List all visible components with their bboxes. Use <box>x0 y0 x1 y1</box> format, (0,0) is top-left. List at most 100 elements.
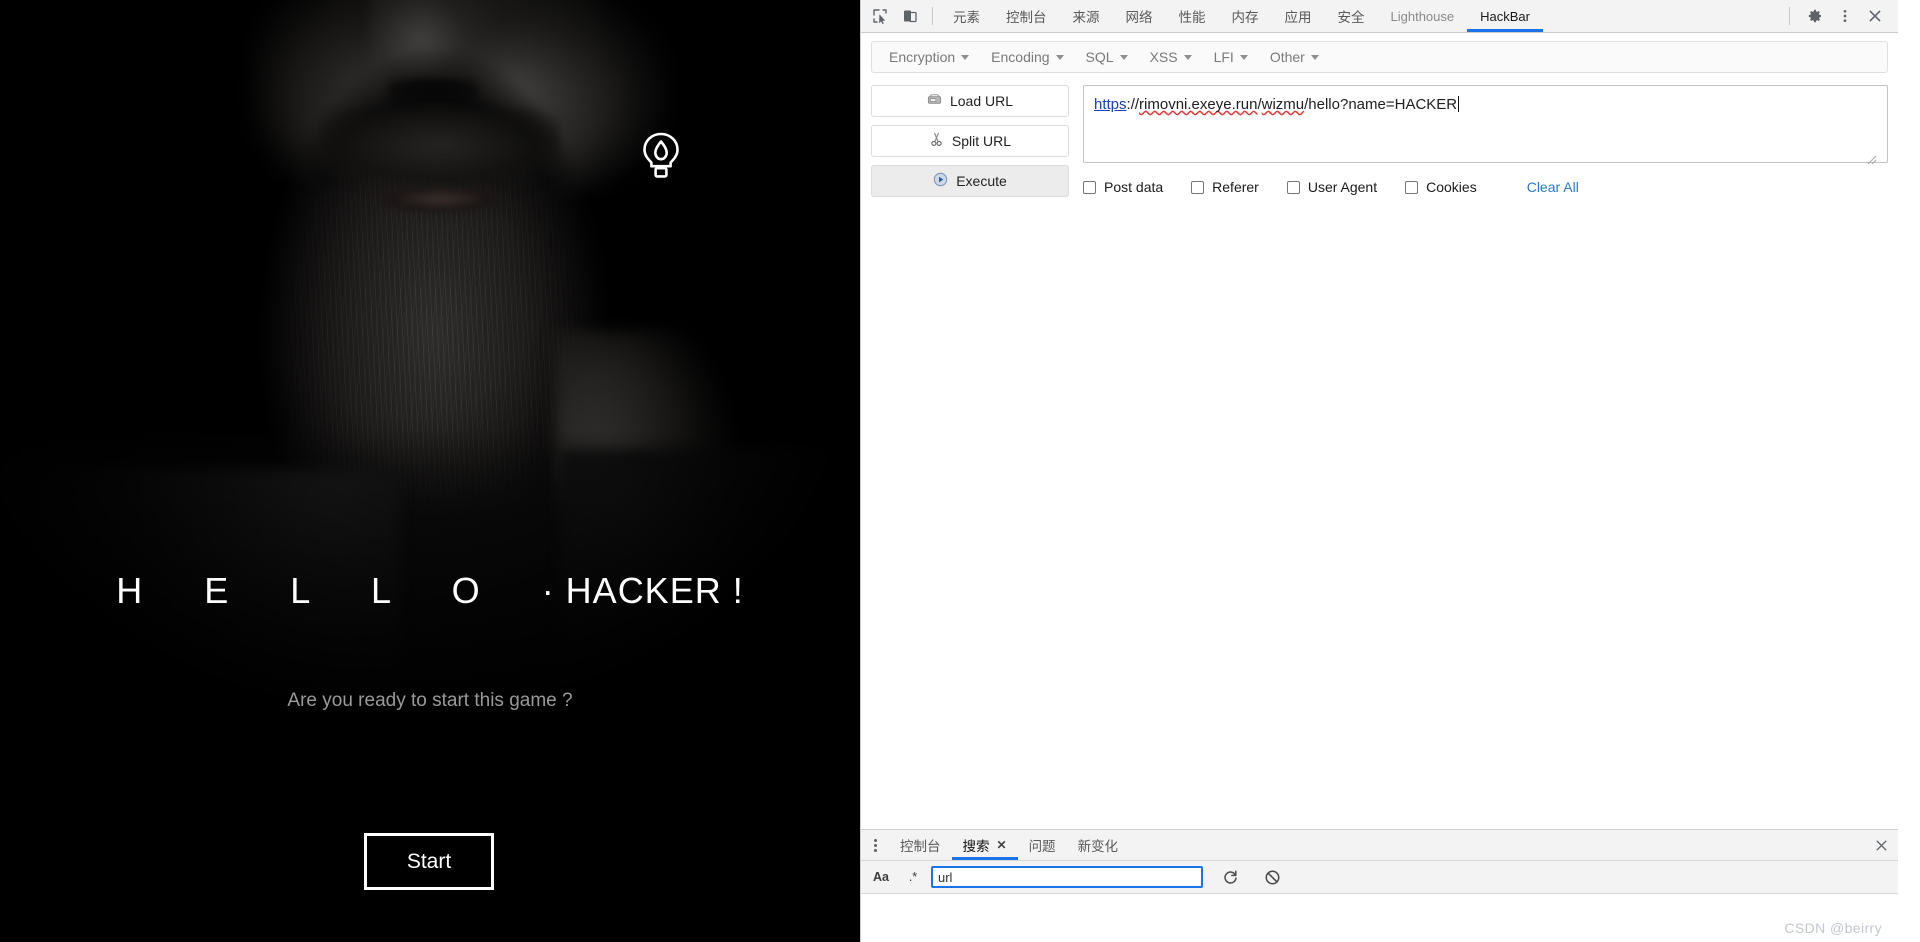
url-protocol: https <box>1094 96 1127 113</box>
page-viewport: H E L L O · HACKER ! Are you ready to st… <box>0 0 860 942</box>
tab-memory[interactable]: 内存 <box>1219 0 1272 32</box>
menu-lfi-label: LFI <box>1213 49 1234 65</box>
hackbar-url-area: https://rimovni.exeye.run/wizmu/hello?na… <box>1083 85 1888 197</box>
checkbox-post-data[interactable]: Post data <box>1083 179 1163 195</box>
browser-window: H E L L O · HACKER ! Are you ready to st… <box>0 0 1920 942</box>
url-path-segment: wizmu <box>1261 96 1305 113</box>
checkbox-post-data-label: Post data <box>1104 179 1164 195</box>
drawer-menu-icon[interactable] <box>861 830 889 860</box>
devtools-drawer: 控制台 搜索 ✕ 问题 新变化 Aa .* <box>861 829 1898 942</box>
load-url-label: Load URL <box>949 93 1014 109</box>
chevron-down-icon <box>1183 54 1192 60</box>
checkbox-box[interactable] <box>1191 180 1205 194</box>
gear-icon[interactable] <box>1800 8 1830 24</box>
checkbox-referer-label: Referer <box>1212 179 1259 195</box>
resize-handle[interactable] <box>1867 152 1877 165</box>
tab-lighthouse[interactable]: Lighthouse <box>1378 0 1468 32</box>
devtools-toolbar-actions <box>1785 0 1898 32</box>
drawer-tab-console-label: 控制台 <box>900 839 941 854</box>
tab-elements[interactable]: 元素 <box>940 0 993 32</box>
drawer-tab-search[interactable]: 搜索 ✕ <box>951 830 1018 860</box>
checkbox-box[interactable] <box>1083 180 1096 194</box>
tab-network[interactable]: 网络 <box>1113 0 1166 32</box>
drawer-tab-bar: 控制台 搜索 ✕ 问题 新变化 <box>861 830 1898 861</box>
page-title: H E L L O · HACKER ! <box>0 570 860 612</box>
menu-other-label: Other <box>1269 49 1305 65</box>
hackbar-menubar: Encryption Encoding SQL XSS LFI Other <box>871 41 1888 73</box>
tab-console[interactable]: 控制台 <box>993 0 1060 32</box>
checkbox-cookies-label: Cookies <box>1426 179 1477 195</box>
devtools-toolbar: 元素 控制台 来源 网络 性能 内存 应用 安全 Lighthouse Hack… <box>861 0 1898 33</box>
toolbar-divider <box>932 7 933 25</box>
chevron-down-icon <box>1119 54 1128 60</box>
split-url-button[interactable]: Split URL <box>871 125 1069 157</box>
tab-application[interactable]: 应用 <box>1272 0 1325 32</box>
close-icon[interactable] <box>1860 8 1890 24</box>
tab-performance[interactable]: 性能 <box>1166 0 1219 32</box>
hackbar-body: Load URL Split URL Execute https://rimov… <box>861 73 1898 197</box>
drawer-close-icon[interactable] <box>1864 830 1898 860</box>
drawer-tab-console[interactable]: 控制台 <box>889 830 952 860</box>
inspect-element-icon[interactable] <box>865 0 895 32</box>
tab-hackbar[interactable]: HackBar <box>1467 0 1543 32</box>
drawer-tab-close-icon[interactable]: ✕ <box>997 839 1007 851</box>
hackbar-actions: Load URL Split URL Execute <box>871 85 1069 197</box>
page-title-spaced: H E L L O <box>116 570 542 611</box>
url-query: /hello?name=HACKER <box>1304 96 1458 113</box>
kebab-menu-icon[interactable] <box>1830 8 1860 24</box>
load-url-icon <box>927 92 942 110</box>
search-toolbar: Aa .* <box>861 861 1898 894</box>
toolbar-divider-right <box>1789 7 1790 25</box>
device-toolbar-icon[interactable] <box>895 0 925 32</box>
start-button[interactable]: Start <box>364 833 494 890</box>
checkbox-box[interactable] <box>1286 180 1300 194</box>
page-title-rest: · HACKER ! <box>541 570 744 611</box>
match-case-toggle[interactable]: Aa <box>867 865 895 889</box>
clear-all-link[interactable]: Clear All <box>1527 179 1579 195</box>
hackbar-panel: Encryption Encoding SQL XSS LFI Other Lo… <box>861 33 1898 829</box>
chevron-down-icon <box>1055 54 1064 60</box>
scissors-icon <box>929 132 944 150</box>
checkbox-user-agent-label: User Agent <box>1307 179 1378 195</box>
devtools-panel: 元素 控制台 来源 网络 性能 内存 应用 安全 Lighthouse Hack… <box>860 0 1898 942</box>
menu-encryption[interactable]: Encryption <box>878 42 980 72</box>
hackbar-options: Post data Referer User Agent Cookies Cle… <box>1083 163 1888 195</box>
execute-label: Execute <box>956 173 1007 189</box>
tab-sources[interactable]: 来源 <box>1060 0 1113 32</box>
chevron-down-icon <box>1239 54 1248 60</box>
menu-lfi[interactable]: LFI <box>1203 42 1259 72</box>
devtools-tab-list: 元素 控制台 来源 网络 性能 内存 应用 安全 Lighthouse Hack… <box>940 0 1785 32</box>
url-input[interactable]: https://rimovni.exeye.run/wizmu/hello?na… <box>1083 85 1888 163</box>
menu-xss-label: XSS <box>1149 49 1178 65</box>
checkbox-cookies[interactable]: Cookies <box>1405 179 1477 195</box>
menu-encoding-label: Encoding <box>991 49 1050 65</box>
drawer-tab-whats-new[interactable]: 新变化 <box>1067 830 1130 860</box>
load-url-button[interactable]: Load URL <box>871 85 1069 117</box>
url-host: rimovni.exeye.run <box>1139 96 1258 113</box>
regex-toggle[interactable]: .* <box>899 865 927 889</box>
checkbox-box[interactable] <box>1405 180 1419 194</box>
search-input[interactable] <box>931 866 1203 888</box>
clear-results-icon[interactable] <box>1257 865 1287 889</box>
page-copy: H E L L O · HACKER ! Are you ready to st… <box>0 0 860 942</box>
page-subtitle: Are you ready to start this game ? <box>287 690 573 711</box>
menu-sql[interactable]: SQL <box>1075 42 1139 72</box>
menu-other[interactable]: Other <box>1259 42 1330 72</box>
menu-encryption-label: Encryption <box>889 49 956 65</box>
menu-encoding[interactable]: Encoding <box>980 42 1074 72</box>
split-url-label: Split URL <box>951 133 1012 149</box>
checkbox-user-agent[interactable]: User Agent <box>1286 179 1378 195</box>
drawer-tab-issues[interactable]: 问题 <box>1018 830 1067 860</box>
menu-sql-label: SQL <box>1085 49 1114 65</box>
url-separator: :// <box>1126 96 1140 113</box>
search-results-area <box>861 894 1898 942</box>
checkbox-referer[interactable]: Referer <box>1191 179 1259 195</box>
drawer-tab-whats-new-label: 新变化 <box>1077 839 1119 854</box>
chevron-down-icon <box>1310 54 1319 60</box>
tab-security[interactable]: 安全 <box>1325 0 1378 32</box>
drawer-tab-issues-label: 问题 <box>1028 839 1056 854</box>
menu-xss[interactable]: XSS <box>1139 42 1203 72</box>
refresh-icon[interactable] <box>1215 865 1245 889</box>
execute-button[interactable]: Execute <box>871 165 1069 197</box>
play-icon <box>933 172 948 190</box>
